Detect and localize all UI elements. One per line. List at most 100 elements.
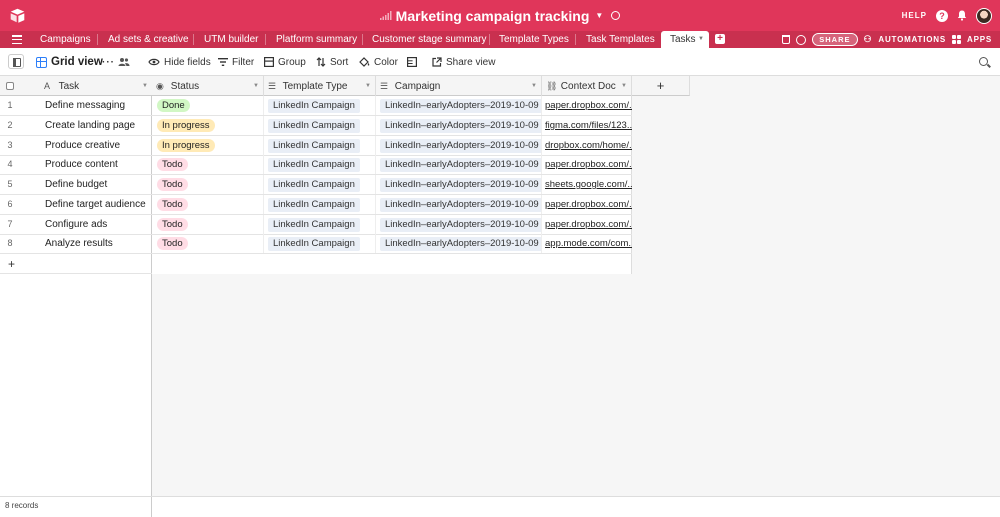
linked-record-chip[interactable]: LinkedIn–earlyAdopters–2019-10-09 [380,198,541,212]
cell-context-doc[interactable]: dropbox.com/home/... [542,136,632,155]
tab-chevron-down-icon[interactable]: ▼ [698,31,704,48]
table-row[interactable]: 7 Configure ads [0,215,152,235]
column-header-task[interactable]: A Task ▼ [40,76,152,96]
cell-template-type[interactable]: LinkedIn Campaign [264,234,376,253]
tab-tasks[interactable]: Tasks ▼ [661,31,709,48]
cell-context-doc[interactable]: figma.com/files/123... [542,116,632,135]
history-icon[interactable] [796,34,807,45]
cell-campaign[interactable]: LinkedIn–earlyAdopters–2019-10-09 [376,195,542,214]
cell-task[interactable]: Define target audience [45,195,151,214]
cell-campaign[interactable]: LinkedIn–earlyAdopters–2019-10-09 [376,96,542,115]
sort-button[interactable]: Sort [316,48,348,76]
search-icon[interactable] [979,57,988,66]
url-link[interactable]: paper.dropbox.com/... [545,100,632,111]
table-row[interactable]: Done LinkedIn Campaign LinkedIn–earlyAdo… [152,96,632,116]
linked-record-chip[interactable]: LinkedIn Campaign [268,178,360,192]
cell-status[interactable]: Todo [152,155,264,174]
cell-status[interactable]: Todo [152,195,264,214]
trash-icon[interactable] [782,35,791,44]
table-row[interactable]: Todo LinkedIn Campaign LinkedIn–earlyAdo… [152,175,632,195]
linked-record-chip[interactable]: LinkedIn–earlyAdopters–2019-10-09 [380,119,541,133]
share-view-button[interactable]: Share view [432,48,495,76]
linked-record-chip[interactable]: LinkedIn Campaign [268,198,360,212]
view-sidebar-toggle-icon[interactable] [8,54,24,69]
column-header-template-type[interactable]: ☰ Template Type ▼ [264,76,376,96]
cell-status[interactable]: Done [152,96,264,115]
cell-template-type[interactable]: LinkedIn Campaign [264,136,376,155]
tab-customer-stage-summary[interactable]: Customer stage summary [372,31,486,48]
add-field-button[interactable]: + [632,76,690,96]
hide-fields-button[interactable]: Hide fields [148,48,211,76]
cell-context-doc[interactable]: app.mode.com/com... [542,234,632,253]
column-header-status[interactable]: ◉ Status ▼ [152,76,264,96]
tab-ad-sets-creative[interactable]: Ad sets & creative [108,31,189,48]
url-link[interactable]: app.mode.com/com... [545,238,632,249]
row-height-icon[interactable] [407,57,417,67]
cell-campaign[interactable]: LinkedIn–earlyAdopters–2019-10-09 [376,215,542,234]
cell-status[interactable]: In progress [152,116,264,135]
view-switcher[interactable]: Grid view [36,48,103,76]
share-button[interactable]: SHARE [812,33,858,46]
cell-campaign[interactable]: LinkedIn–earlyAdopters–2019-10-09 [376,136,542,155]
cell-template-type[interactable]: LinkedIn Campaign [264,175,376,194]
tab-platform-summary[interactable]: Platform summary [276,31,357,48]
column-chevron-down-icon[interactable]: ▼ [142,76,148,96]
apps-button[interactable]: APPS [967,35,992,44]
table-row[interactable]: Todo LinkedIn Campaign LinkedIn–earlyAdo… [152,215,632,235]
table-row[interactable]: In progress LinkedIn Campaign LinkedIn–e… [152,116,632,136]
base-title-chevron-down-icon[interactable]: ▼ [595,11,603,20]
cell-task[interactable]: Configure ads [45,215,151,234]
column-chevron-down-icon[interactable]: ▼ [621,76,627,96]
url-link[interactable]: sheets.google.com/... [545,179,632,190]
column-chevron-down-icon[interactable]: ▼ [365,76,371,96]
table-row[interactable]: Todo LinkedIn Campaign LinkedIn–earlyAdo… [152,234,632,254]
url-link[interactable]: figma.com/files/123... [545,120,632,131]
cell-template-type[interactable]: LinkedIn Campaign [264,195,376,214]
select-all-checkbox[interactable] [6,82,14,90]
table-row[interactable]: Todo LinkedIn Campaign LinkedIn–earlyAdo… [152,155,632,175]
linked-record-chip[interactable]: LinkedIn Campaign [268,119,360,133]
automations-button[interactable]: AUTOMATIONS [878,35,946,44]
cell-template-type[interactable]: LinkedIn Campaign [264,96,376,115]
cell-task[interactable]: Create landing page [45,116,151,135]
tab-campaigns[interactable]: Campaigns [40,31,91,48]
table-row[interactable]: 8 Analyze results [0,234,152,254]
cell-template-type[interactable]: LinkedIn Campaign [264,116,376,135]
linked-record-chip[interactable]: LinkedIn–earlyAdopters–2019-10-09 [380,158,541,172]
add-table-button[interactable]: + [715,34,725,44]
linked-record-chip[interactable]: LinkedIn–earlyAdopters–2019-10-09 [380,218,541,232]
table-row[interactable]: 2 Create landing page [0,116,152,136]
cell-status[interactable]: Todo [152,234,264,253]
cell-status[interactable]: Todo [152,175,264,194]
url-link[interactable]: paper.dropbox.com/... [545,219,632,230]
cell-campaign[interactable]: LinkedIn–earlyAdopters–2019-10-09 [376,116,542,135]
cell-task[interactable]: Analyze results [45,234,151,253]
cell-task[interactable]: Define budget [45,175,151,194]
linked-record-chip[interactable]: LinkedIn–earlyAdopters–2019-10-09 [380,178,541,192]
cell-context-doc[interactable]: paper.dropbox.com/... [542,155,632,174]
table-row[interactable]: 5 Define budget [0,175,152,195]
cell-task[interactable]: Produce creative [45,136,151,155]
table-row[interactable]: 4 Produce content [0,155,152,175]
info-icon[interactable] [611,11,621,20]
table-row[interactable]: 1 Define messaging [0,96,152,116]
column-header-context-doc[interactable]: ⛓ Context Doc ▼ [542,76,632,96]
cell-status[interactable]: In progress [152,136,264,155]
linked-record-chip[interactable]: LinkedIn–earlyAdopters–2019-10-09 [380,237,541,251]
base-title[interactable]: Marketing campaign tracking [396,8,590,24]
linked-record-chip[interactable]: LinkedIn–earlyAdopters–2019-10-09 [380,139,541,153]
url-link[interactable]: paper.dropbox.com/... [545,159,632,170]
cell-campaign[interactable]: LinkedIn–earlyAdopters–2019-10-09 [376,175,542,194]
cell-campaign[interactable]: LinkedIn–earlyAdopters–2019-10-09 [376,155,542,174]
cell-context-doc[interactable]: paper.dropbox.com/... [542,96,632,115]
linked-record-chip[interactable]: LinkedIn Campaign [268,237,360,251]
airtable-logo-icon[interactable] [9,7,26,24]
url-link[interactable]: dropbox.com/home/... [545,140,632,151]
cell-template-type[interactable]: LinkedIn Campaign [264,155,376,174]
linked-record-chip[interactable]: LinkedIn Campaign [268,218,360,232]
user-avatar[interactable] [976,7,992,24]
linked-record-chip[interactable]: LinkedIn–earlyAdopters–2019-10-09 [380,99,541,113]
tab-task-templates[interactable]: Task Templates [586,31,655,48]
group-button[interactable]: Group [264,48,306,76]
cell-context-doc[interactable]: paper.dropbox.com/... [542,195,632,214]
